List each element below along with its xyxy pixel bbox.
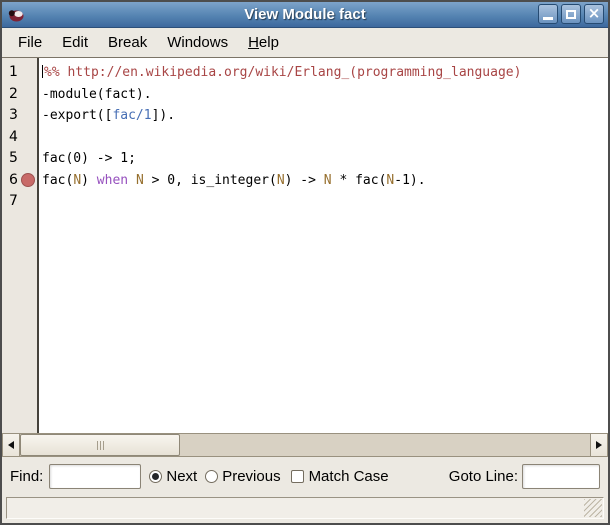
code-line (42, 191, 608, 213)
find-label: Find: (10, 468, 43, 485)
code-segment-variable: N (324, 173, 332, 188)
editor: 1234567 %% http://en.wikipedia.org/wiki/… (2, 57, 608, 433)
window-title: View Module fact (2, 6, 608, 23)
menu-item-break[interactable]: Break (98, 34, 157, 51)
code-segment-keyword: when (97, 173, 128, 188)
menu-item-help[interactable]: Help (238, 34, 289, 51)
previous-label: Previous (222, 468, 280, 485)
goto-line-label: Goto Line: (449, 468, 518, 485)
scrollbar-track[interactable] (20, 434, 590, 456)
code-segment-comment: %% http://en.wikipedia.org/wiki/Erlang_(… (44, 65, 521, 80)
line-number[interactable]: 6 (2, 170, 37, 192)
match-case-checkbox[interactable] (291, 470, 304, 483)
line-number[interactable]: 5 (2, 148, 37, 170)
text-cursor (42, 65, 43, 78)
next-radio[interactable] (149, 470, 162, 483)
line-number-gutter: 1234567 (2, 58, 39, 433)
code-segment-default: ) (81, 173, 97, 188)
view-module-window: View Module fact × FileEditBreakWindowsH… (0, 0, 610, 525)
thumb-grip-icon (97, 441, 98, 450)
menubar: FileEditBreakWindowsHelp (2, 28, 608, 57)
code-area[interactable]: %% http://en.wikipedia.org/wiki/Erlang_(… (39, 58, 608, 433)
thumb-grip-icon (100, 441, 101, 450)
maximize-button[interactable] (561, 4, 581, 24)
bug-icon (7, 6, 25, 24)
debugger-app-icon (7, 6, 25, 24)
code-line: -module(fact). (42, 84, 608, 106)
code-segment-default: ]). (152, 108, 175, 123)
code-line: -export([fac/1]). (42, 105, 608, 127)
code-segment-default: * fac( (332, 173, 387, 188)
arrow-right-icon (596, 441, 606, 449)
code-segment-variable: N (73, 173, 81, 188)
menu-item-windows[interactable]: Windows (157, 34, 238, 51)
thumb-grip-icon (103, 441, 104, 450)
code-segment-default: fac(0) -> 1; (42, 151, 136, 166)
find-input[interactable] (49, 464, 141, 489)
resize-grip[interactable] (584, 499, 602, 517)
code-segment-default: -module(fact). (42, 87, 152, 102)
code-line: %% http://en.wikipedia.org/wiki/Erlang_(… (42, 62, 608, 84)
code-segment-variable: N (136, 173, 144, 188)
code-line: fac(0) -> 1; (42, 148, 608, 170)
line-number[interactable]: 4 (2, 127, 37, 149)
code-segment-function: fac/1 (112, 108, 151, 123)
minimize-button[interactable] (538, 4, 558, 24)
code-segment-default: > 0, is_integer( (144, 173, 277, 188)
window-controls: × (538, 4, 604, 24)
goto-line-input[interactable] (522, 464, 600, 489)
scroll-left-button[interactable] (3, 434, 20, 456)
close-icon: × (588, 6, 601, 21)
minimize-icon (543, 17, 553, 20)
scrollbar-thumb[interactable] (20, 434, 180, 456)
arrow-left-icon (4, 441, 14, 449)
code-segment-variable: N (277, 173, 285, 188)
match-case-label: Match Case (309, 468, 389, 485)
maximize-icon (566, 10, 576, 19)
next-label: Next (166, 468, 197, 485)
code-line (42, 127, 608, 149)
line-number[interactable]: 7 (2, 191, 37, 213)
line-number[interactable]: 1 (2, 62, 37, 84)
code-segment-default: -1). (394, 173, 425, 188)
titlebar[interactable]: View Module fact × (2, 2, 608, 28)
breakpoint-marker[interactable] (21, 173, 35, 187)
line-number[interactable]: 3 (2, 105, 37, 127)
previous-radio[interactable] (205, 470, 218, 483)
scroll-right-button[interactable] (590, 434, 607, 456)
code-segment-default: ) -> (285, 173, 324, 188)
find-bar: Find: Next Previous Match Case Goto Line… (2, 457, 608, 495)
code-segment-default: fac( (42, 173, 73, 188)
menu-item-edit[interactable]: Edit (52, 34, 98, 51)
close-button[interactable]: × (584, 4, 604, 24)
code-segment-default: -export([ (42, 108, 112, 123)
code-line: fac(N) when N > 0, is_integer(N) -> N * … (42, 170, 608, 192)
status-bar (6, 497, 604, 519)
horizontal-scrollbar[interactable] (2, 433, 608, 457)
menu-item-file[interactable]: File (8, 34, 52, 51)
line-number[interactable]: 2 (2, 84, 37, 106)
code-segment-default (128, 173, 136, 188)
